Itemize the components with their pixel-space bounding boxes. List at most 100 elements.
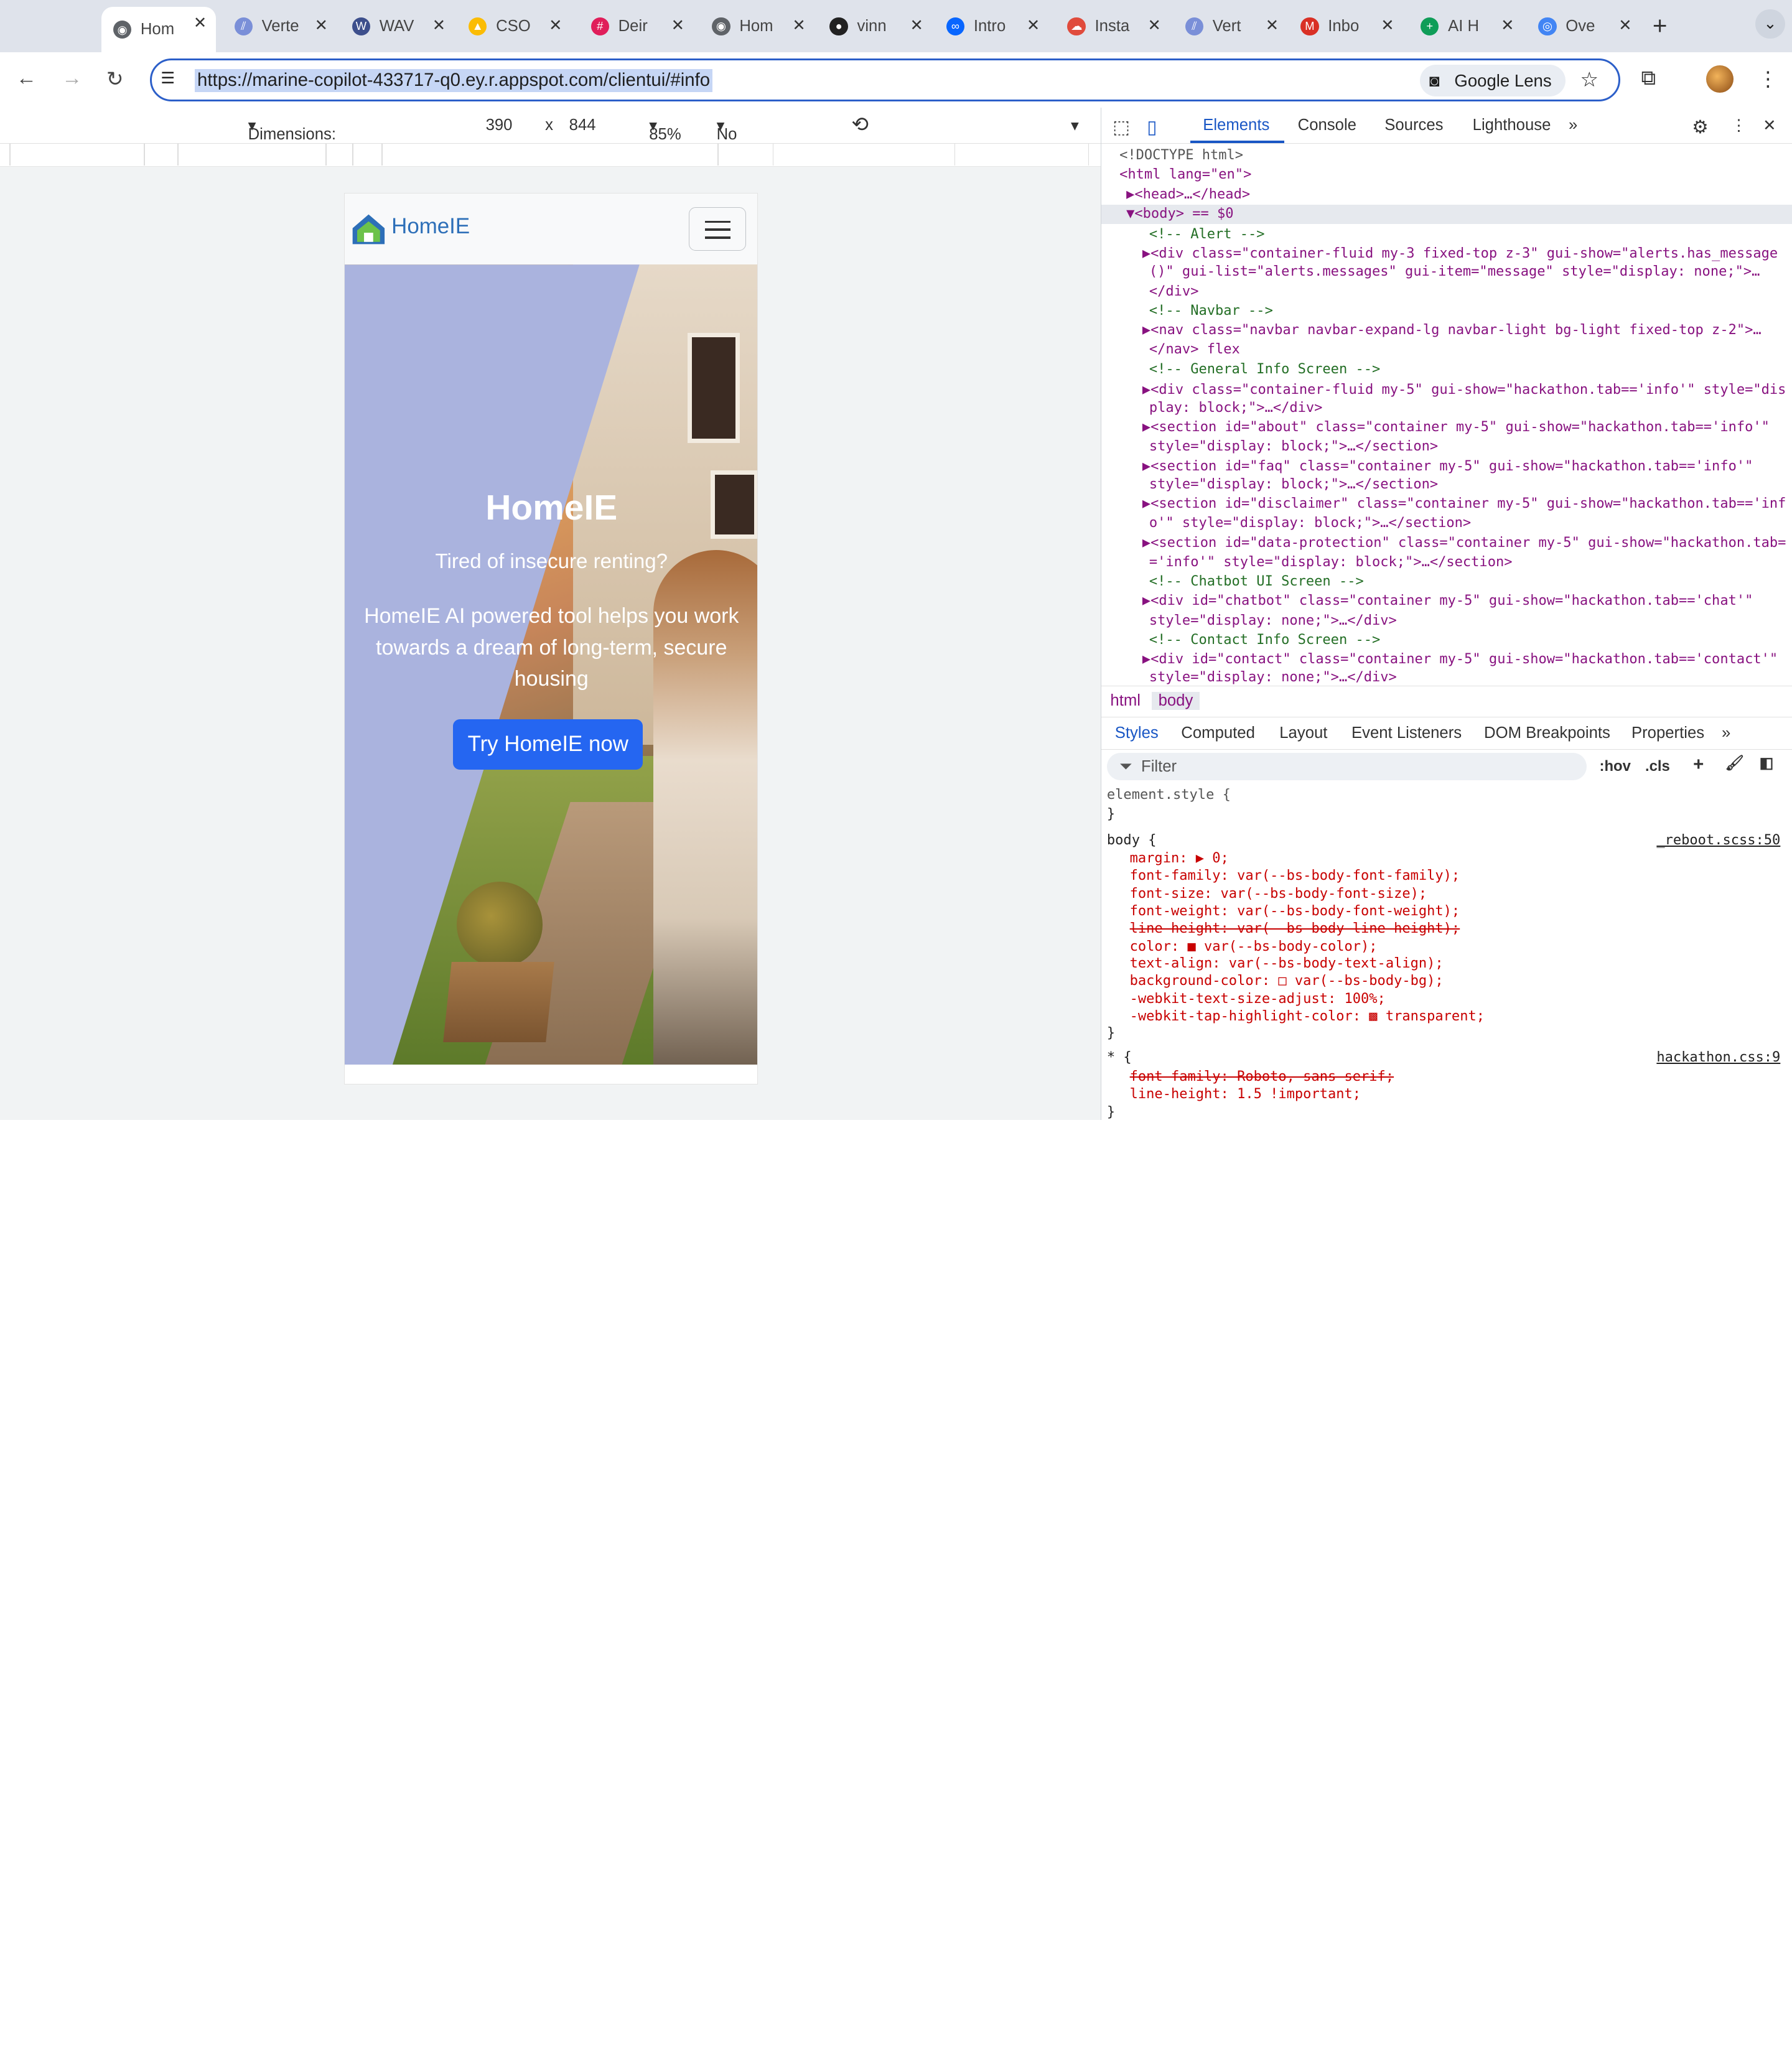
reload-icon[interactable]: ↻ [106,67,124,91]
more-subtabs-icon[interactable]: » [1722,724,1730,742]
zoom-select[interactable]: 85% ▾ [649,116,681,143]
hov-toggle[interactable]: :hov [1600,758,1631,775]
dom-node-line[interactable]: ▶<section id="disclaimer" class="contain… [1142,495,1786,514]
tab-sources[interactable]: Sources [1384,116,1443,134]
dom-node-line[interactable]: ▼<body> == $0 [1101,204,1792,224]
bookmark-star-icon[interactable]: ☆ [1580,67,1598,92]
dom-node-line[interactable]: ▶<div class="container-fluid my-5" gui-s… [1142,381,1786,400]
extensions-icon[interactable]: ⧉ [1641,67,1656,90]
browser-tab[interactable]: ☁ Insta ✕ [1056,9,1170,44]
subtab-styles[interactable]: Styles [1115,724,1159,742]
browser-tab[interactable]: ◉ Hom ✕ [701,9,815,44]
dom-node-line[interactable]: style="display: none;">…</div> [1149,612,1397,631]
browser-tab[interactable]: ● vinn ✕ [818,9,933,44]
dom-node-line[interactable]: ▶<section id="data-protection" class="co… [1142,534,1786,553]
tab-elements[interactable]: Elements [1203,116,1269,134]
css-declaration[interactable]: margin: ▶ 0; [1130,850,1229,867]
inspect-element-icon[interactable]: ⬚ [1113,116,1130,138]
close-tab-icon[interactable]: ✕ [1618,16,1632,35]
dom-node-line[interactable]: ()" gui-list="alerts.messages" gui-item=… [1149,263,1760,282]
device-dimensions-select[interactable]: Dimensions: iPhone 12 Pro ▾ [248,116,336,179]
css-declaration[interactable]: body { [1107,832,1157,849]
browser-tab[interactable]: M Inbo ✕ [1289,9,1404,44]
dom-node-line[interactable]: ▶<head>…</head> [1126,185,1250,205]
forward-arrow-icon[interactable]: → [62,67,82,90]
css-declaration[interactable]: } [1107,806,1115,823]
settings-gear-icon[interactable]: ⚙ [1692,116,1708,138]
site-info-icon[interactable]: ☰ [161,69,175,88]
try-homeie-button[interactable]: Try HomeIE now [453,719,643,770]
browser-tab[interactable]: ◎ Ove ✕ [1527,9,1641,44]
dom-node-line[interactable]: play: block;">…</div> [1149,399,1323,418]
dom-node-line[interactable]: style="display: none;">…</div> [1149,668,1397,686]
close-tab-icon[interactable]: ✕ [315,16,329,35]
subtab-properties[interactable]: Properties [1631,724,1704,742]
device-options-chevron-icon[interactable]: ▾ [1071,116,1079,135]
css-declaration[interactable]: font-size: var(--bs-body-font-size); [1130,885,1427,903]
device-height-input[interactable]: 844 [569,116,596,134]
google-lens-button[interactable]: ◙ Google Lens [1420,65,1566,97]
dom-node-line[interactable]: <!-- Contact Info Screen --> [1149,631,1380,650]
css-declaration[interactable]: background-color: □ var(--bs-body-bg); [1130,973,1444,990]
close-tab-icon[interactable]: ✕ [1266,16,1279,35]
dom-node-line[interactable]: ▶<section id="about" class="container my… [1142,418,1770,437]
css-declaration[interactable]: element.style { [1107,786,1231,804]
close-tab-icon[interactable]: ✕ [1027,16,1040,35]
close-tab-icon[interactable]: ✕ [1501,16,1514,35]
sidebar-toggle-icon[interactable]: ◧ [1760,754,1774,772]
address-bar[interactable]: ☰ https://marine-copilot-433717-q0.ey.r.… [149,58,1621,102]
subtab-computed[interactable]: Computed [1181,724,1255,742]
brand-name[interactable]: HomeIE [391,214,470,239]
subtab-event-listeners[interactable]: Event Listeners [1351,724,1462,742]
browser-tab[interactable]: ◉ Hom ✕ [101,7,217,53]
throttle-select[interactable]: No throttling ▾ [717,116,778,161]
cls-toggle[interactable]: .cls [1645,758,1670,775]
browser-tab[interactable]: ⫽ Verte ✕ [223,9,337,44]
breadcrumb-body[interactable]: body [1151,692,1200,711]
tab-console[interactable]: Console [1298,116,1356,134]
styles-filter-input[interactable]: ⏷ Filter [1106,753,1587,781]
dom-node-line[interactable]: <!-- Alert --> [1149,225,1265,245]
css-declaration[interactable]: color: ■ var(--bs-body-color); [1130,938,1378,956]
dom-node-line[interactable]: ▶<section id="faq" class="container my-5… [1142,457,1753,477]
dom-node-line[interactable]: ▶<div id="contact" class="container my-5… [1142,650,1778,669]
source-link-hackathon[interactable]: hackathon.css:9 [1656,1049,1780,1066]
dom-node-line[interactable]: <!-- General Info Screen --> [1149,360,1380,380]
close-devtools-icon[interactable]: ✕ [1763,116,1776,135]
browser-tab[interactable]: # Deir ✕ [579,9,694,44]
css-declaration[interactable]: * { [1107,1049,1132,1066]
dom-node-line[interactable]: <html lang="en"> [1119,166,1251,185]
add-rule-icon[interactable]: + [1693,754,1704,775]
css-declaration[interactable]: font-family: Roboto, sans-serif; [1130,1068,1394,1086]
css-declaration[interactable]: text-align: var(--bs-body-text-align); [1130,955,1444,973]
dom-node-line[interactable]: <!DOCTYPE html> [1119,146,1243,166]
breadcrumb-html[interactable]: html [1110,692,1141,710]
browser-tab[interactable]: ▲ CSO ✕ [457,9,572,44]
source-link-reboot[interactable]: _reboot.scss:50 [1656,832,1780,849]
dom-node-line[interactable]: style="display: block;">…</section> [1149,437,1438,457]
browser-tab[interactable]: + AI H ✕ [1409,9,1524,44]
close-tab-icon[interactable]: ✕ [792,16,806,35]
homeie-logo-icon[interactable] [350,212,387,246]
close-tab-icon[interactable]: ✕ [671,16,685,35]
more-tabs-icon[interactable]: » [1569,116,1577,134]
dom-node-line[interactable]: ='info'" style="display: block;">…</sect… [1149,553,1513,572]
dom-node-line[interactable]: ▶<nav class="navbar navbar-expand-lg nav… [1142,321,1762,340]
tab-search-chevron-icon[interactable]: ⌄ [1755,9,1785,39]
dom-node-line[interactable]: <!-- Navbar --> [1149,302,1273,321]
css-declaration[interactable]: font-weight: var(--bs-body-font-weight); [1130,903,1460,920]
device-toggle-icon[interactable]: ▯ [1147,116,1157,138]
media-query-ruler[interactable] [0,144,1101,167]
rotate-icon[interactable]: ⟲ [851,112,869,137]
subtab-layout[interactable]: Layout [1279,724,1327,742]
close-tab-icon[interactable]: ✕ [549,16,562,35]
browser-tab[interactable]: ∞ Intro ✕ [935,9,1049,44]
dom-node-line[interactable]: </div> [1149,282,1199,302]
browser-menu-icon[interactable]: ⋮ [1758,67,1778,91]
dom-node-line[interactable]: <!-- Chatbot UI Screen --> [1149,572,1364,592]
close-tab-icon[interactable]: ✕ [194,14,207,32]
device-width-input[interactable]: 390 [486,116,513,134]
paint-brush-icon[interactable]: 🖌 [1725,754,1744,772]
dom-node-line[interactable]: style="display: block;">…</section> [1149,475,1438,495]
browser-tab[interactable]: W WAV ✕ [340,9,455,44]
